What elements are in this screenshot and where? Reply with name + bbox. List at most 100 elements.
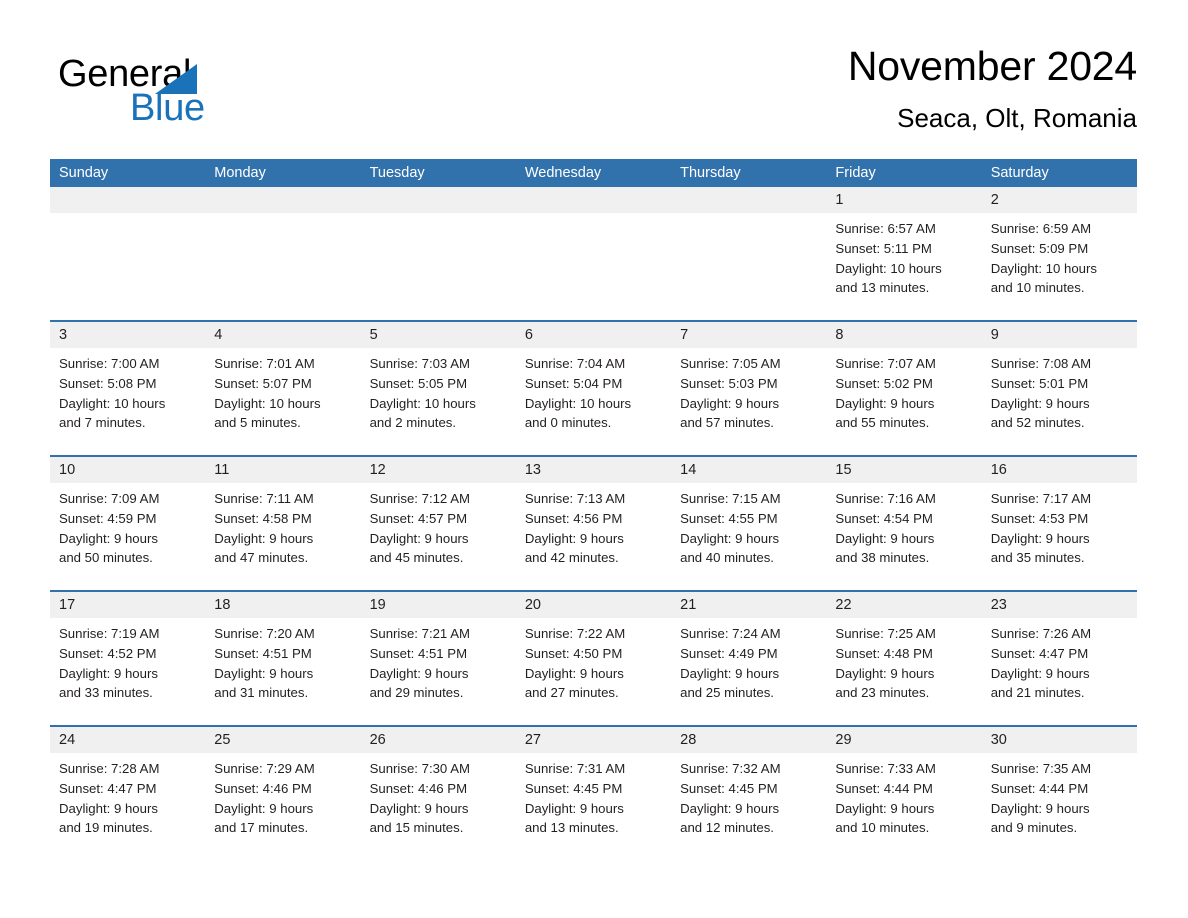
day-number: 29 <box>826 727 982 753</box>
day-details: Sunrise: 7:15 AM Sunset: 4:55 PM Dayligh… <box>671 483 826 568</box>
sunrise-text: Sunrise: 7:21 AM <box>369 626 470 641</box>
day-cell[interactable]: 17 Sunrise: 7:19 AM Sunset: 4:52 PM Dayl… <box>50 592 206 725</box>
daylight-line1: Daylight: 9 hours <box>990 530 1090 546</box>
day-cell[interactable]: 5 Sunrise: 7:03 AM Sunset: 5:05 PM Dayli… <box>360 322 516 455</box>
day-number: 20 <box>515 592 672 618</box>
daylight-line2: and 9 minutes. <box>990 820 1078 836</box>
day-details: Sunrise: 7:22 AM Sunset: 4:50 PM Dayligh… <box>516 618 671 703</box>
weekday-header-sunday: Sunday <box>59 165 109 181</box>
day-cell[interactable]: 28 Sunrise: 7:32 AM Sunset: 4:45 PM Dayl… <box>671 727 827 860</box>
day-cell[interactable]: 24 Sunrise: 7:28 AM Sunset: 4:47 PM Dayl… <box>50 727 206 860</box>
day-cell[interactable]: 7 Sunrise: 7:05 AM Sunset: 5:03 PM Dayli… <box>671 322 827 455</box>
day-cell[interactable] <box>360 187 516 320</box>
sunset-text: Sunset: 4:46 PM <box>369 780 468 796</box>
day-details: Sunrise: 7:35 AM Sunset: 4:44 PM Dayligh… <box>982 753 1137 838</box>
sunrise-text: Sunrise: 7:12 AM <box>369 491 470 506</box>
sunrise-text: Sunrise: 7:30 AM <box>369 761 470 776</box>
day-cell[interactable]: 6 Sunrise: 7:04 AM Sunset: 5:04 PM Dayli… <box>515 322 672 455</box>
daylight-line1: Daylight: 9 hours <box>369 800 469 816</box>
day-cell[interactable]: 21 Sunrise: 7:24 AM Sunset: 4:49 PM Dayl… <box>671 592 827 725</box>
day-cell[interactable]: 3 Sunrise: 7:00 AM Sunset: 5:08 PM Dayli… <box>50 322 206 455</box>
day-cell[interactable]: 9 Sunrise: 7:08 AM Sunset: 5:01 PM Dayli… <box>981 322 1137 455</box>
day-details: Sunrise: 7:25 AM Sunset: 4:48 PM Dayligh… <box>826 618 981 703</box>
day-cell[interactable]: 4 Sunrise: 7:01 AM Sunset: 5:07 PM Dayli… <box>205 322 361 455</box>
daylight-line2: and 29 minutes. <box>369 685 464 701</box>
daylight-line2: and 38 minutes. <box>835 550 930 566</box>
daylight-line1: Daylight: 10 hours <box>524 395 632 411</box>
day-cell[interactable]: 30 Sunrise: 7:35 AM Sunset: 4:44 PM Dayl… <box>981 727 1137 860</box>
day-number: 10 <box>50 457 206 483</box>
day-number: 11 <box>205 457 361 483</box>
day-number: 24 <box>50 727 206 753</box>
day-number: 12 <box>360 457 516 483</box>
day-cell[interactable]: 8 Sunrise: 7:07 AM Sunset: 5:02 PM Dayli… <box>826 322 982 455</box>
daylight-line1: Daylight: 9 hours <box>59 530 158 546</box>
sunset-text: Sunset: 4:49 PM <box>680 645 778 661</box>
day-cell[interactable] <box>50 187 206 320</box>
sunrise-text: Sunrise: 7:26 AM <box>990 626 1092 641</box>
day-number: 23 <box>981 592 1137 618</box>
daylight-line2: and 5 minutes. <box>214 415 301 431</box>
daylight-line1: Daylight: 9 hours <box>680 665 780 681</box>
sunset-text: Sunset: 4:51 PM <box>369 645 468 661</box>
day-cell[interactable]: 2 Sunrise: 6:59 AM Sunset: 5:09 PM Dayli… <box>981 187 1137 320</box>
daylight-line2: and 17 minutes. <box>214 820 309 836</box>
title-block: November 2024 Seaca, Olt, Romania <box>848 40 1137 136</box>
day-details: Sunrise: 7:19 AM Sunset: 4:52 PM Dayligh… <box>50 618 205 703</box>
sunset-text: Sunset: 4:44 PM <box>835 780 933 796</box>
day-cell[interactable]: 25 Sunrise: 7:29 AM Sunset: 4:46 PM Dayl… <box>205 727 361 860</box>
daylight-line1: Daylight: 9 hours <box>369 530 469 546</box>
calendar-page: General Blue November 2024 Seaca, Olt, R… <box>0 0 1188 918</box>
day-cell[interactable]: 23 Sunrise: 7:26 AM Sunset: 4:47 PM Dayl… <box>981 592 1137 725</box>
day-cell[interactable]: 12 Sunrise: 7:12 AM Sunset: 4:57 PM Dayl… <box>360 457 516 590</box>
day-cell[interactable]: 10 Sunrise: 7:09 AM Sunset: 4:59 PM Dayl… <box>50 457 206 590</box>
day-cell[interactable]: 20 Sunrise: 7:22 AM Sunset: 4:50 PM Dayl… <box>515 592 672 725</box>
day-cell[interactable]: 19 Sunrise: 7:21 AM Sunset: 4:51 PM Dayl… <box>360 592 516 725</box>
day-cell[interactable]: 11 Sunrise: 7:11 AM Sunset: 4:58 PM Dayl… <box>205 457 361 590</box>
sunrise-text: Sunrise: 6:59 AM <box>990 221 1092 236</box>
sunset-text: Sunset: 4:59 PM <box>59 510 157 526</box>
day-cell[interactable]: 16 Sunrise: 7:17 AM Sunset: 4:53 PM Dayl… <box>981 457 1137 590</box>
week-row: 10 Sunrise: 7:09 AM Sunset: 4:59 PM Dayl… <box>50 455 1137 590</box>
day-number: 25 <box>205 727 361 753</box>
day-cell[interactable]: 18 Sunrise: 7:20 AM Sunset: 4:51 PM Dayl… <box>205 592 361 725</box>
day-cell[interactable]: 26 Sunrise: 7:30 AM Sunset: 4:46 PM Dayl… <box>360 727 516 860</box>
day-cell[interactable]: 29 Sunrise: 7:33 AM Sunset: 4:44 PM Dayl… <box>826 727 982 860</box>
day-cell[interactable] <box>515 187 672 320</box>
sunset-text: Sunset: 5:03 PM <box>680 375 778 391</box>
day-number: 14 <box>671 457 827 483</box>
sunrise-text: Sunrise: 7:25 AM <box>835 626 936 641</box>
day-cell[interactable] <box>205 187 361 320</box>
logo-text-blue: Blue <box>130 87 205 129</box>
daylight-line2: and 27 minutes. <box>524 685 619 701</box>
day-cell[interactable]: 1 Sunrise: 6:57 AM Sunset: 5:11 PM Dayli… <box>826 187 982 320</box>
daylight-line1: Daylight: 9 hours <box>59 800 158 816</box>
sunrise-text: Sunrise: 7:32 AM <box>680 761 781 776</box>
day-number: 3 <box>50 322 206 348</box>
sunset-text: Sunset: 4:55 PM <box>680 510 778 526</box>
day-details <box>671 213 826 219</box>
sunset-text: Sunset: 4:54 PM <box>835 510 933 526</box>
day-number: 27 <box>515 727 672 753</box>
day-number <box>360 187 516 213</box>
weekday-header-wednesday: Wednesday <box>524 165 602 181</box>
daylight-line1: Daylight: 9 hours <box>990 665 1090 681</box>
daylight-line2: and 21 minutes. <box>990 685 1085 701</box>
daylight-line2: and 7 minutes. <box>59 415 146 431</box>
day-cell[interactable]: 15 Sunrise: 7:16 AM Sunset: 4:54 PM Dayl… <box>826 457 982 590</box>
day-number: 17 <box>50 592 206 618</box>
daylight-line1: Daylight: 9 hours <box>524 665 624 681</box>
sunset-text: Sunset: 4:50 PM <box>524 645 623 661</box>
day-cell[interactable]: 27 Sunrise: 7:31 AM Sunset: 4:45 PM Dayl… <box>515 727 672 860</box>
daylight-line2: and 42 minutes. <box>524 550 619 566</box>
day-details: Sunrise: 7:11 AM Sunset: 4:58 PM Dayligh… <box>205 483 360 568</box>
daylight-line2: and 13 minutes. <box>524 820 619 836</box>
day-cell[interactable]: 22 Sunrise: 7:25 AM Sunset: 4:48 PM Dayl… <box>826 592 982 725</box>
day-number: 28 <box>671 727 827 753</box>
weekday-header-tuesday: Tuesday <box>369 165 425 181</box>
day-cell[interactable]: 14 Sunrise: 7:15 AM Sunset: 4:55 PM Dayl… <box>671 457 827 590</box>
sunrise-text: Sunrise: 7:05 AM <box>680 356 781 371</box>
sunrise-text: Sunrise: 7:01 AM <box>214 356 315 371</box>
day-cell[interactable] <box>671 187 827 320</box>
day-cell[interactable]: 13 Sunrise: 7:13 AM Sunset: 4:56 PM Dayl… <box>515 457 672 590</box>
